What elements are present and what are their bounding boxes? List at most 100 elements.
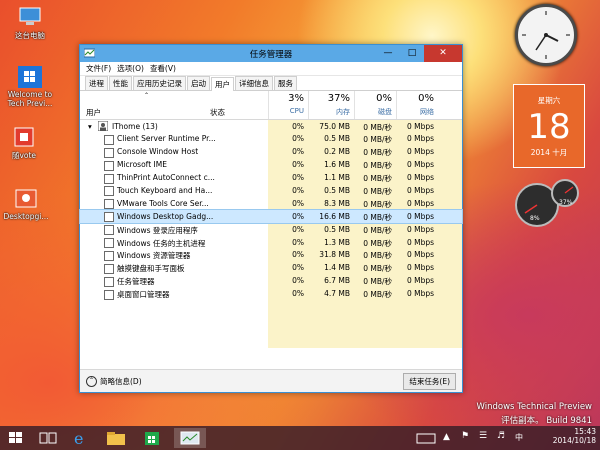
- calendar-weekday: 星期六: [537, 96, 561, 105]
- chevron-up-icon: ⌃: [86, 376, 97, 387]
- cpu-value: 0%: [292, 185, 304, 195]
- process-name: Windows 任务的主机进程: [117, 238, 206, 248]
- process-row[interactable]: Windows 资源管理器 0% 31.8 MB 0 MB/秒 0 Mbps: [80, 249, 462, 262]
- collapse-chevron-icon[interactable]: ▾: [88, 122, 92, 131]
- network-value: 0 Mbps: [406, 147, 434, 157]
- menu-view[interactable]: 查看(V): [150, 63, 176, 74]
- keyboard-tray-icon[interactable]: [414, 428, 438, 448]
- desktop-icon-vote[interactable]: 随vote: [0, 126, 52, 161]
- memory-value: 75.0 MB: [319, 121, 350, 131]
- tab-services[interactable]: 服务: [274, 76, 297, 90]
- memory-value: 1.1 MB: [324, 173, 350, 183]
- disk-value: 0 MB/秒: [363, 277, 392, 287]
- column-header-status[interactable]: 状态: [208, 91, 268, 119]
- volume-icon[interactable]: ♬: [494, 428, 510, 448]
- process-row[interactable]: 桌面窗口管理器 0% 4.7 MB 0 MB/秒 0 Mbps: [80, 288, 462, 301]
- network-value: 0 Mbps: [406, 224, 434, 234]
- cpu-value: 0%: [292, 173, 304, 183]
- process-row[interactable]: Touch Keyboard and Ha... 0% 0.5 MB 0 MB/秒 0 …: [80, 184, 462, 197]
- tab-startup[interactable]: 启动: [187, 76, 210, 90]
- desktop-icon-label: Desktopgi...: [3, 212, 49, 221]
- desktop-icon-gadgets[interactable]: Desktopgi...: [0, 188, 54, 221]
- cpu-value: 0%: [292, 276, 304, 286]
- footer-bar: ⌃ 简略信息(D) 结束任务(E): [80, 369, 462, 392]
- process-row[interactable]: Console Window Host 0% 0.2 MB 0 MB/秒 0 Mbps: [80, 146, 462, 159]
- close-button[interactable]: ✕: [424, 45, 462, 62]
- disk-value: 0 MB/秒: [363, 251, 392, 261]
- taskbar-task-manager[interactable]: [174, 428, 206, 448]
- process-icon: [104, 225, 114, 236]
- process-row[interactable]: Windows Desktop Gadg... 0% 16.6 MB 0 MB/秒 0 …: [79, 209, 463, 225]
- process-row[interactable]: VMware Tools Core Ser... 0% 8.3 MB 0 MB/秒 0 …: [80, 197, 462, 210]
- column-header-user[interactable]: ⌃ 用户: [86, 91, 206, 119]
- menu-bar: 文件(F) 选项(O) 查看(V): [80, 62, 462, 76]
- memory-value: 4.7 MB: [324, 289, 350, 299]
- tab-details[interactable]: 详细信息: [235, 76, 273, 90]
- minimize-button[interactable]: —: [376, 45, 400, 62]
- task-view-button[interactable]: [36, 428, 60, 448]
- network-value: 0 Mbps: [406, 276, 434, 286]
- cpu-meter-gadget[interactable]: 8% 37%: [513, 175, 583, 235]
- network-value: 0 Mbps: [406, 134, 434, 144]
- process-row[interactable]: Windows 登录应用程序 0% 0.5 MB 0 MB/秒 0 Mbps: [80, 223, 462, 236]
- process-name: 任务管理器: [117, 277, 155, 287]
- tab-users[interactable]: 用户: [211, 77, 234, 91]
- process-name: 触摸键盘和手写面板: [117, 264, 185, 274]
- calendar-gadget[interactable]: 星期六 18 2014 十月: [513, 84, 585, 168]
- windows-logo-icon: [17, 66, 43, 88]
- process-name: Client Server Runtime Pr...: [117, 134, 216, 144]
- disk-value: 0 MB/秒: [363, 122, 392, 132]
- cpu-value: 0%: [292, 263, 304, 273]
- user-group-row[interactable]: ▾ IThome (13) 0% 75.0 MB 0 MB/秒 0 Mbps: [80, 120, 462, 133]
- process-name: Windows 资源管理器: [117, 251, 191, 261]
- column-header-cpu[interactable]: 3% CPU: [268, 91, 308, 119]
- end-task-button[interactable]: 结束任务(E): [403, 373, 456, 390]
- process-row[interactable]: Client Server Runtime Pr... 0% 0.5 MB 0 MB/…: [80, 133, 462, 146]
- process-row[interactable]: 触摸键盘和手写面板 0% 1.4 MB 0 MB/秒 0 Mbps: [80, 262, 462, 275]
- network-icon[interactable]: ☰: [476, 428, 492, 448]
- tab-bar: 进程 性能 应用历史记录 启动 用户 详细信息 服务: [80, 76, 462, 91]
- column-header-disk[interactable]: 0% 磁盘: [354, 91, 396, 119]
- menu-options[interactable]: 选项(O): [117, 63, 144, 74]
- tab-processes[interactable]: 进程: [85, 76, 108, 90]
- taskbar-clock[interactable]: 15:43 2014/10/18: [553, 427, 596, 445]
- tab-performance[interactable]: 性能: [109, 76, 132, 90]
- network-value: 0 Mbps: [406, 121, 434, 131]
- clock-gadget[interactable]: [515, 4, 577, 66]
- memory-value: 6.7 MB: [324, 276, 350, 286]
- process-row[interactable]: Windows 任务的主机进程 0% 1.3 MB 0 MB/秒 0 Mbps: [80, 236, 462, 249]
- start-button[interactable]: [4, 428, 28, 448]
- cpu-value: 0%: [292, 237, 304, 247]
- tab-app-history[interactable]: 应用历史记录: [133, 76, 186, 90]
- process-name: 桌面窗口管理器: [117, 290, 170, 300]
- desktop-icon-label: 这台电脑: [15, 31, 45, 40]
- maximize-button[interactable]: □: [400, 45, 424, 62]
- cpu-value: 0%: [292, 134, 304, 144]
- process-row[interactable]: 任务管理器 0% 6.7 MB 0 MB/秒 0 Mbps: [80, 275, 462, 288]
- process-list: ▾ IThome (13) 0% 75.0 MB 0 MB/秒 0 Mbps C…: [79, 120, 463, 301]
- cpu-meter-value: 8%: [530, 215, 540, 222]
- show-hidden-icons-icon[interactable]: ▲: [440, 428, 454, 448]
- action-center-icon[interactable]: ⚑: [458, 428, 474, 448]
- title-bar[interactable]: 任务管理器 — □ ✕: [80, 45, 462, 62]
- column-header-network[interactable]: 0% 网络: [396, 91, 438, 119]
- fewer-details-button[interactable]: ⌃ 简略信息(D): [86, 376, 142, 387]
- desktop-icon-welcome[interactable]: Welcome to Tech Previ...: [2, 66, 58, 108]
- taskbar-file-explorer[interactable]: [104, 428, 128, 448]
- shortcut-icon: [11, 126, 37, 148]
- column-header-memory[interactable]: 37% 内存: [308, 91, 354, 119]
- process-row[interactable]: ThinPrint AutoConnect c... 0% 1.1 MB 0 MB/秒…: [80, 172, 462, 185]
- process-name: Touch Keyboard and Ha...: [117, 185, 213, 195]
- desktop-icon-this-pc[interactable]: 这台电脑: [2, 6, 58, 41]
- disk-value: 0 MB/秒: [363, 186, 392, 196]
- disk-value: 0 MB/秒: [363, 148, 392, 158]
- cpu-value: 0%: [292, 289, 304, 299]
- input-method-icon[interactable]: 中: [512, 428, 528, 448]
- taskbar-ie[interactable]: e: [68, 428, 92, 448]
- menu-file[interactable]: 文件(F): [86, 63, 111, 74]
- process-row[interactable]: Microsoft IME 0% 1.6 MB 0 MB/秒 0 Mbps: [80, 159, 462, 172]
- calendar-day: 18: [527, 107, 571, 147]
- network-value: 0 Mbps: [406, 250, 434, 260]
- taskbar-store[interactable]: [140, 428, 164, 448]
- cpu-value: 0%: [292, 147, 304, 157]
